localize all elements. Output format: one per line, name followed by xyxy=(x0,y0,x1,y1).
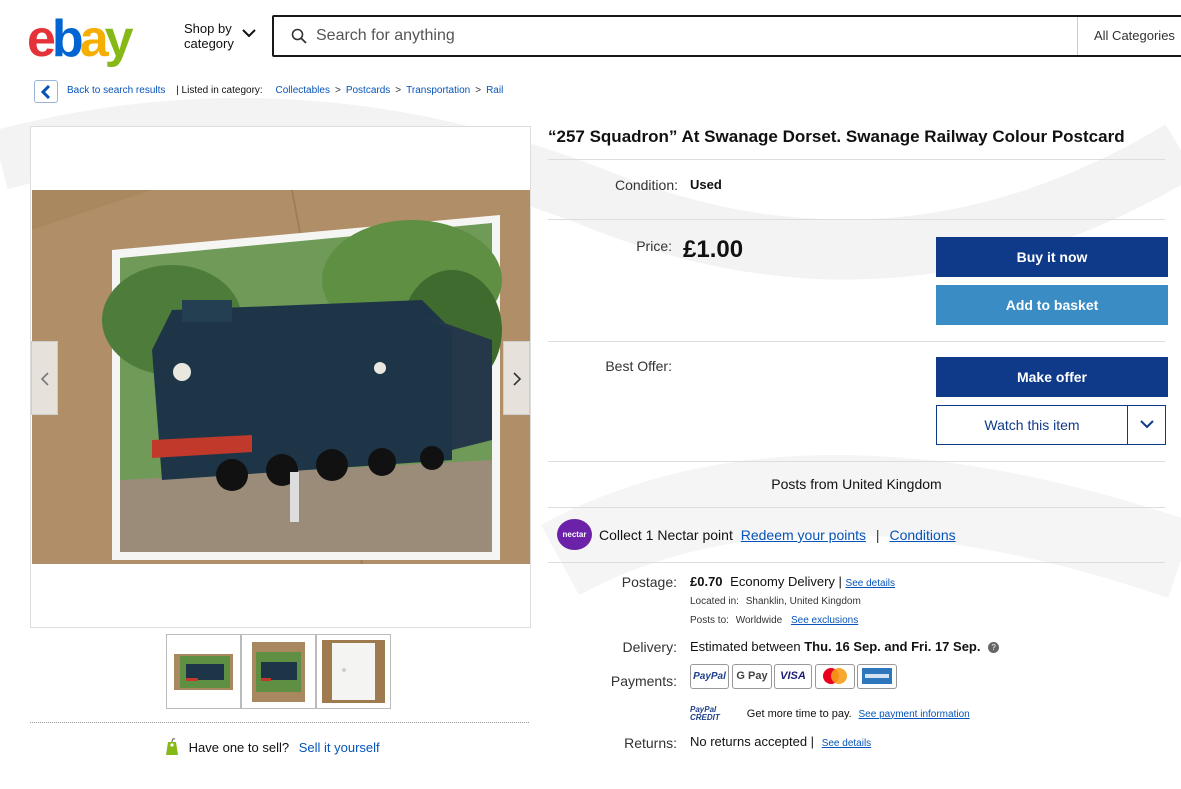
paypal-icon: PayPal xyxy=(690,664,729,689)
separator: | xyxy=(875,527,880,543)
search-bar: All Categories xyxy=(272,15,1181,57)
see-payment-information-link[interactable]: See payment information xyxy=(859,709,970,720)
paypal-credit-line: PayPal CREDIT Get more time to pay. See … xyxy=(690,706,970,722)
search-icon xyxy=(291,28,307,44)
breadcrumb-separator: > xyxy=(334,85,341,96)
help-icon[interactable]: ? xyxy=(988,642,1000,653)
main-product-image[interactable] xyxy=(32,190,530,564)
chevron-down-icon[interactable] xyxy=(242,29,256,38)
shop-by-label: Shop by xyxy=(184,21,232,36)
delivery-prefix: Estimated between xyxy=(690,639,801,654)
payments-label: Payments: xyxy=(610,673,677,689)
returns-line: No returns accepted | See details xyxy=(690,734,871,749)
add-to-basket-button[interactable]: Add to basket xyxy=(936,285,1168,325)
price-tag-icon xyxy=(166,738,178,755)
posts-to-value: Worldwide xyxy=(735,615,783,626)
image-gallery xyxy=(30,126,531,628)
breadcrumb-item-collectables[interactable]: Collectables xyxy=(275,85,329,96)
breadcrumb-item-transportation[interactable]: Transportation xyxy=(406,85,470,96)
postage-line: £0.70 Economy Delivery | See details xyxy=(690,574,895,589)
condition-value: Used xyxy=(690,177,722,192)
thumbnail-3[interactable] xyxy=(316,634,391,709)
paypal-credit-text: Get more time to pay. xyxy=(746,707,852,720)
delivery-dates: Thu. 16 Sep. and Fri. 17 Sep. xyxy=(804,639,981,654)
logo-letter-a: a xyxy=(79,10,109,68)
watch-options-dropdown[interactable] xyxy=(1127,406,1165,444)
returns-label: Returns: xyxy=(624,735,677,751)
logo-letter-y: y xyxy=(104,10,134,68)
section-divider xyxy=(548,461,1165,462)
breadcrumb-separator: > xyxy=(395,85,402,96)
section-divider xyxy=(548,507,1165,508)
section-divider xyxy=(548,219,1165,220)
section-divider xyxy=(548,341,1165,342)
listed-in-label: | Listed in category: xyxy=(176,85,263,96)
postage-label: Postage: xyxy=(621,574,677,590)
watch-item-control: Watch this item xyxy=(936,405,1166,445)
posts-from-text: Posts from United Kingdom xyxy=(771,476,942,492)
logo-letter-e: e xyxy=(27,10,56,68)
visa-icon: VISA xyxy=(774,664,812,689)
thumbnail-image xyxy=(322,640,385,703)
located-in-line: Located in: Shanklin, United Kingdom xyxy=(690,596,861,607)
redeem-points-link[interactable]: Redeem your points xyxy=(741,527,866,543)
thumbnail-image xyxy=(247,640,310,703)
thumbnail-image xyxy=(172,640,235,703)
breadcrumb-item-rail[interactable]: Rail xyxy=(486,85,503,96)
buy-it-now-button[interactable]: Buy it now xyxy=(936,237,1168,277)
posts-to-line: Posts to: Worldwide See exclusions xyxy=(690,615,858,626)
mastercard-icon xyxy=(815,664,855,689)
nectar-points-line: Collect 1 Nectar point Redeem your point… xyxy=(599,527,956,543)
watch-this-item-button[interactable]: Watch this item xyxy=(937,406,1127,444)
make-offer-button[interactable]: Make offer xyxy=(936,357,1168,397)
chevron-down-icon xyxy=(1140,420,1154,429)
sell-prompt: Have one to sell? Sell it yourself xyxy=(165,738,380,756)
price-value: £1.00 xyxy=(683,236,744,263)
american-express-icon xyxy=(857,664,897,689)
nectar-logo: nectar xyxy=(557,519,592,550)
breadcrumb: Back to search results | Listed in categ… xyxy=(67,85,503,96)
chevron-left-icon xyxy=(40,85,51,99)
chevron-right-icon xyxy=(513,372,522,386)
located-in-label: Located in: xyxy=(690,596,739,607)
next-image-button[interactable] xyxy=(503,341,530,415)
paypal-credit-icon: PayPal CREDIT xyxy=(690,705,720,722)
thumbnail-2[interactable] xyxy=(241,634,316,709)
condition-label: Condition: xyxy=(614,177,678,193)
see-exclusions-link[interactable]: See exclusions xyxy=(791,615,858,626)
back-to-search-link[interactable]: Back to search results xyxy=(67,85,165,96)
postage-price: £0.70 xyxy=(690,574,723,589)
gallery-divider xyxy=(30,722,529,723)
nectar-points-text: Collect 1 Nectar point xyxy=(599,527,733,543)
category-label: category xyxy=(184,36,234,51)
have-one-to-sell-label: Have one to sell? xyxy=(188,740,290,755)
located-in-value: Shanklin, United Kingdom xyxy=(745,596,861,607)
postage-see-details-link[interactable]: See details xyxy=(846,578,895,589)
back-button[interactable] xyxy=(34,80,58,103)
logo-letter-b: b xyxy=(51,10,84,68)
all-categories-select[interactable]: All Categories xyxy=(1077,17,1181,55)
sell-it-yourself-link[interactable]: Sell it yourself xyxy=(299,740,380,755)
search-input[interactable] xyxy=(316,25,1076,47)
thumbnail-1[interactable] xyxy=(166,634,241,709)
returns-see-details-link[interactable]: See details xyxy=(822,738,871,749)
breadcrumb-item-postcards[interactable]: Postcards xyxy=(346,85,390,96)
ebay-logo[interactable]: ebay xyxy=(27,9,134,69)
postage-method: Economy Delivery | xyxy=(730,574,842,589)
posts-to-label: Posts to: xyxy=(690,615,729,626)
chevron-left-icon xyxy=(40,372,49,386)
delivery-line: Estimated between Thu. 16 Sep. and Fri. … xyxy=(690,639,1000,654)
delivery-label: Delivery: xyxy=(622,639,677,655)
title-divider xyxy=(548,159,1165,160)
nectar-conditions-link[interactable]: Conditions xyxy=(889,527,955,543)
best-offer-label: Best Offer: xyxy=(605,358,672,374)
previous-image-button[interactable] xyxy=(31,341,58,415)
returns-value: No returns accepted | xyxy=(690,734,815,749)
google-pay-icon: G Pay xyxy=(732,664,772,689)
breadcrumb-separator: > xyxy=(475,85,482,96)
item-title: “257 Squadron” At Swanage Dorset. Swanag… xyxy=(548,127,1125,146)
price-label: Price: xyxy=(636,238,672,254)
section-divider xyxy=(548,562,1165,563)
shop-by-category-button[interactable]: Shop by category xyxy=(184,21,234,51)
